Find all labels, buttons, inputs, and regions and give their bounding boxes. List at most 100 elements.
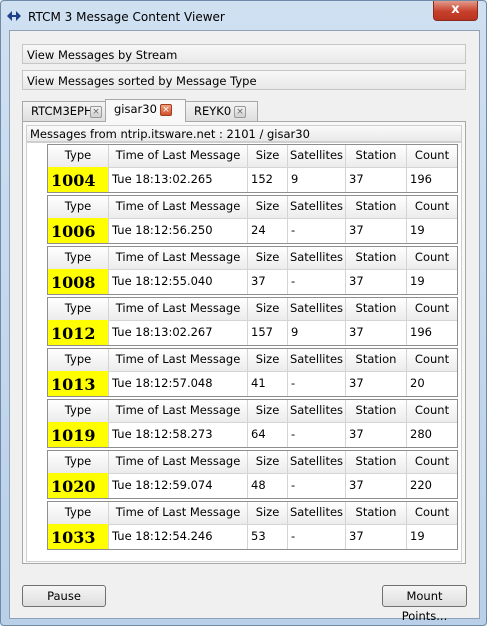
column-header[interactable]: Type [48,298,109,320]
table-cell-satellites: - [288,524,346,549]
column-header[interactable]: Count [407,196,457,218]
message-type-cell: 1020 [48,473,109,498]
column-header[interactable]: Count [407,298,457,320]
table-cell-count: 196 [410,172,432,186]
column-header[interactable]: Station [346,400,407,422]
column-header[interactable]: Type [48,247,109,269]
column-header[interactable]: Size [248,349,288,371]
column-header[interactable]: Station [346,145,407,167]
column-header[interactable]: Count [407,349,457,371]
column-header[interactable]: Station [346,298,407,320]
column-header[interactable]: Satellites [288,196,346,218]
table-row: 1004 Tue 18:13:02.265 152 9 37 196 [48,167,457,192]
column-header[interactable]: Size [248,298,288,320]
view-by-stream-button[interactable]: View Messages by Stream [22,44,466,64]
table-cell-time: Tue 18:12:55.040 [109,269,248,294]
stream-tabs: RTCM3EPH × gisar30 × REYK0 × [22,99,466,122]
tab-close-icon[interactable]: × [234,106,246,118]
column-header[interactable]: Time of Last Message [109,451,248,473]
column-header[interactable]: Satellites [288,502,346,524]
pause-button[interactable]: Pause [22,585,106,607]
table-cell-satellites: 9 [288,167,346,192]
tab-reyk0[interactable]: REYK0 × [185,101,258,121]
list-item[interactable]: Type Time of Last Message Size Satellites St… [27,144,461,195]
column-header[interactable]: Type [48,349,109,371]
column-header[interactable]: Satellites [288,400,346,422]
column-header[interactable]: Station [346,247,407,269]
table-header: Type Time of Last Message Size Satellites St… [48,451,457,474]
column-header[interactable]: Count [407,247,457,269]
tab-rtcm3eph[interactable]: RTCM3EPH × [22,101,106,121]
column-header[interactable]: Size [248,247,288,269]
column-header[interactable]: Type [48,145,109,167]
column-header[interactable]: Count [407,451,457,473]
message-type-cell: 1008 [48,269,109,294]
message-type-cell: 1004 [48,167,109,192]
column-header[interactable]: Station [346,196,407,218]
list-item[interactable]: Type Time of Last Message Size Satellites St… [27,195,461,246]
column-header[interactable]: Type [48,400,109,422]
view-by-type-button[interactable]: View Messages sorted by Message Type [22,70,466,90]
expand-arrow-icon[interactable] [33,265,39,275]
message-type-cell: 1006 [48,218,109,243]
column-header[interactable]: Size [248,196,288,218]
column-header[interactable]: Time of Last Message [109,247,248,269]
expand-arrow-icon[interactable] [33,163,39,173]
table-cell-station: 37 [346,167,407,192]
column-header[interactable]: Type [48,196,109,218]
column-header[interactable]: Time of Last Message [109,502,248,524]
column-header[interactable]: Satellites [288,247,346,269]
column-header[interactable]: Satellites [288,145,346,167]
column-header[interactable]: Count [407,145,457,167]
title-bar[interactable]: RTCM 3 Message Content Viewer x [1,1,486,31]
table-cell-count: 220 [410,478,432,492]
window-title: RTCM 3 Message Content Viewer [28,10,225,24]
column-header[interactable]: Size [248,145,288,167]
table-cell-satellites: 9 [288,320,346,345]
table-row: 1006 Tue 18:12:56.250 24-37 19 [48,218,457,243]
column-header[interactable]: Size [248,451,288,473]
column-header[interactable]: Time of Last Message [109,196,248,218]
column-header[interactable]: Count [407,502,457,524]
window-close-button[interactable]: x [433,1,478,21]
list-item[interactable]: Type Time of Last Message Size Satellites St… [27,297,461,348]
table-cell-satellites: - [288,218,346,243]
mount-points-button[interactable]: Mount Points... [382,585,467,623]
column-header[interactable]: Satellites [288,298,346,320]
list-item[interactable]: Type Time of Last Message Size Satellites St… [27,450,461,501]
table-cell-count: 19 [410,223,425,237]
tab-close-icon[interactable]: × [160,104,172,116]
column-header[interactable]: Time of Last Message [109,400,248,422]
tab-label: RTCM3EPH [31,104,93,118]
list-item[interactable]: Type Time of Last Message Size Satellites St… [27,399,461,450]
table-cell-time: Tue 18:13:02.267 [109,320,248,345]
expand-arrow-icon[interactable] [33,418,39,428]
stream-panel: Messages from ntrip.itsware.net : 2101 /… [22,121,466,564]
list-item[interactable]: Type Time of Last Message Size Satellites St… [27,246,461,297]
list-item[interactable]: Type Time of Last Message Size Satellites St… [27,348,461,399]
column-header[interactable]: Time of Last Message [109,349,248,371]
column-header[interactable]: Station [346,502,407,524]
message-table: Type Time of Last Message Size Satellites St… [47,246,458,295]
tab-close-icon[interactable]: × [90,106,102,118]
column-header[interactable]: Satellites [288,349,346,371]
column-header[interactable]: Station [346,349,407,371]
expand-arrow-icon[interactable] [33,367,39,377]
table-row: 1020 Tue 18:12:59.074 48-37 220 [48,473,457,498]
column-header[interactable]: Count [407,400,457,422]
list-item[interactable]: Type Time of Last Message Size Satellites St… [27,501,461,552]
column-header[interactable]: Station [346,451,407,473]
column-header[interactable]: Size [248,400,288,422]
expand-arrow-icon[interactable] [33,214,39,224]
column-header[interactable]: Size [248,502,288,524]
column-header[interactable]: Satellites [288,451,346,473]
column-header[interactable]: Type [48,451,109,473]
tab-gisar30[interactable]: gisar30 × [105,99,186,122]
column-header[interactable]: Type [48,502,109,524]
table-cell-station: 37 [346,320,407,345]
column-header[interactable]: Time of Last Message [109,298,248,320]
column-header[interactable]: Time of Last Message [109,145,248,167]
expand-arrow-icon[interactable] [33,520,39,530]
expand-arrow-icon[interactable] [33,469,39,479]
expand-arrow-icon[interactable] [33,316,39,326]
